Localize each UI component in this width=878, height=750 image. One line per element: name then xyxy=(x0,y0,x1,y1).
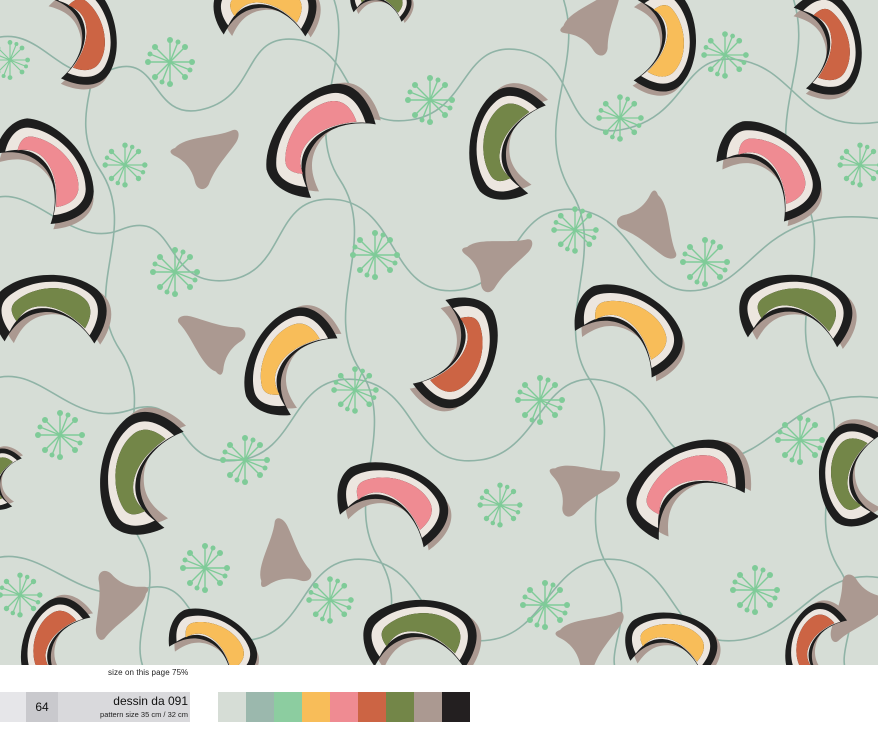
boomerang-outline xyxy=(701,107,842,235)
boomerang-outline xyxy=(330,455,459,554)
boomerang-shape xyxy=(350,0,414,24)
dandelion-burst xyxy=(330,365,380,415)
boomerang-shape xyxy=(469,83,548,200)
design-title: dessin da 091 xyxy=(113,694,188,708)
page-number: 64 xyxy=(35,700,49,714)
boomerang-shape xyxy=(251,61,390,215)
vine-line xyxy=(0,35,878,132)
boomerang-shape xyxy=(406,290,505,419)
swatch-golden-yellow xyxy=(302,692,330,722)
dandelion-burst xyxy=(774,414,826,466)
boomerang-outline xyxy=(251,61,390,215)
pattern-artwork: .b-shadow{fill:#ab9991;}.b-black{fill:#1… xyxy=(0,0,878,665)
taupe-blob xyxy=(536,449,622,529)
page-number-strip xyxy=(0,692,26,722)
dandelion-burst xyxy=(349,229,401,281)
taupe-blob xyxy=(170,129,239,190)
swatch-burnt-orange xyxy=(358,692,386,722)
boomerang-shape xyxy=(736,269,860,358)
dandelion-burst xyxy=(476,481,524,529)
boomerang-shape xyxy=(330,455,459,554)
dandelion-burst xyxy=(179,542,231,594)
swatch-coral-pink xyxy=(330,692,358,722)
pattern-size: pattern size 35 cm / 32 cm xyxy=(100,710,188,719)
dandelion-burst xyxy=(836,141,878,189)
taupe-blob xyxy=(555,611,624,665)
boomerang-shape xyxy=(612,413,765,561)
taupe-blob xyxy=(243,516,329,606)
boomerang-shape xyxy=(809,414,878,532)
boomerang-shape xyxy=(701,107,842,235)
swatch-black xyxy=(442,692,470,722)
boomerang-outline xyxy=(350,0,414,24)
boomerang-shape xyxy=(15,588,96,665)
dandelion-burst xyxy=(514,374,566,426)
dandelion-burst xyxy=(101,141,149,189)
boomerang-shape xyxy=(158,599,271,665)
dandelion-burst xyxy=(149,246,201,298)
catalog-page: .b-shadow{fill:#ab9991;}.b-black{fill:#1… xyxy=(0,0,878,750)
boomerang-outline xyxy=(0,446,24,510)
boomerang-shape xyxy=(562,273,699,388)
dandelion-burst xyxy=(729,564,781,616)
swatch-pale-grey-green xyxy=(218,692,246,722)
size-note: size on this page 75% xyxy=(108,668,189,677)
pattern-svg: .b-shadow{fill:#ab9991;}.b-black{fill:#1… xyxy=(0,0,878,665)
taupe-blob xyxy=(616,190,677,259)
boomerang-outline xyxy=(100,407,187,535)
swatch-taupe xyxy=(414,692,442,722)
dandelion-burst xyxy=(144,36,196,88)
boomerang-outline xyxy=(562,273,699,388)
boomerang-shape xyxy=(0,446,24,510)
dandelion-burst xyxy=(700,30,750,80)
dandelion-burst xyxy=(595,93,645,143)
dandelion-burst xyxy=(519,579,571,631)
boomerang-shape xyxy=(616,0,706,101)
vine-line xyxy=(0,195,878,292)
boomerang-shape xyxy=(233,291,348,428)
dandelion-burst xyxy=(0,571,44,619)
boomerang-outline xyxy=(406,290,505,419)
dandelion-burst xyxy=(219,434,271,486)
boomerang-outline xyxy=(612,413,765,561)
boomerang-outline xyxy=(736,269,860,358)
taupe-blob xyxy=(70,555,160,642)
dandelion-burst xyxy=(0,39,31,81)
color-palette xyxy=(218,692,470,722)
boomerang-shape xyxy=(358,589,487,665)
swatch-grey-teal xyxy=(246,692,274,722)
dandelion-burst xyxy=(404,74,456,126)
boomerang-shape xyxy=(625,612,721,665)
boomerang-outline xyxy=(469,83,548,200)
boomerang-outline xyxy=(29,0,134,99)
boomerang-shape xyxy=(29,0,134,99)
boomerang-outline xyxy=(233,291,348,428)
boomerang-shape xyxy=(0,264,117,363)
dandelion-burst xyxy=(34,409,86,461)
taupe-blob xyxy=(176,297,257,383)
boomerang-shape xyxy=(0,104,117,241)
dandelion-burst xyxy=(679,236,731,288)
swatch-mint-green xyxy=(274,692,302,722)
boomerang-shape xyxy=(100,407,187,535)
swatch-olive-green xyxy=(386,692,414,722)
